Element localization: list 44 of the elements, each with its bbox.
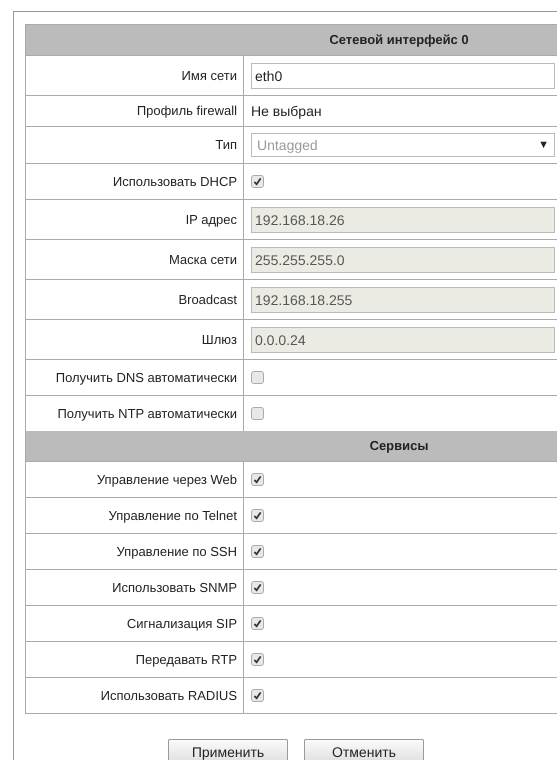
field-label: Тип: [215, 136, 237, 154]
field-label: Маска сети: [168, 250, 237, 269]
dropdown-arrow: ▼: [538, 138, 549, 153]
field-label: Передавать RTP: [136, 650, 237, 669]
field-label: Управление через Web: [96, 470, 237, 489]
checkmark-icon: [253, 655, 262, 664]
type-dropdown[interactable]: Untagged ▼: [251, 133, 555, 157]
form-button[interactable]: Отменить: [304, 739, 424, 760]
select-value: Untagged: [257, 136, 318, 155]
checkbox[interactable]: [251, 509, 264, 522]
field-label: Получить DNS автоматически: [56, 368, 237, 387]
checkbox[interactable]: [251, 545, 264, 558]
field-label: Использовать RADIUS: [100, 686, 237, 705]
field-label: Управление по SSH: [116, 542, 237, 561]
checkmark-icon: [253, 547, 262, 556]
input-field[interactable]: eth0: [251, 62, 555, 88]
field-label: Шлюз: [202, 330, 237, 349]
checkbox[interactable]: [251, 407, 264, 420]
checkmark-icon: [253, 511, 262, 520]
section-header: Сетевой интерфейс 0: [26, 25, 557, 55]
form-button[interactable]: Применить: [168, 739, 288, 760]
checkbox[interactable]: [251, 689, 264, 702]
checkbox[interactable]: [251, 175, 264, 188]
field-label: IP адрес: [186, 210, 237, 229]
checkmark-icon: [253, 619, 262, 628]
checkmark-icon: [253, 177, 262, 186]
field-label: Получить NTP автоматически: [57, 404, 237, 423]
section-header: Сервисы: [26, 431, 557, 461]
field-label: Использовать SNMP: [112, 578, 237, 597]
value-text: Не выбран: [251, 102, 322, 121]
checkbox[interactable]: [251, 617, 264, 630]
field-label: Управление по Telnet: [108, 506, 237, 525]
checkmark-icon: [253, 475, 262, 484]
field-label: Broadcast: [178, 290, 237, 309]
checkmark-icon: [253, 691, 262, 700]
field-label: Сигнализация SIP: [126, 614, 237, 633]
checkbox[interactable]: [251, 371, 264, 384]
field-label: Использовать DHCP: [112, 172, 237, 191]
field-label: Профиль firewall: [136, 102, 237, 120]
checkbox[interactable]: [251, 581, 264, 594]
checkmark-icon: [253, 583, 262, 592]
checkbox[interactable]: [251, 653, 264, 666]
field-label: Имя сети: [182, 66, 237, 85]
checkbox[interactable]: [251, 473, 264, 486]
